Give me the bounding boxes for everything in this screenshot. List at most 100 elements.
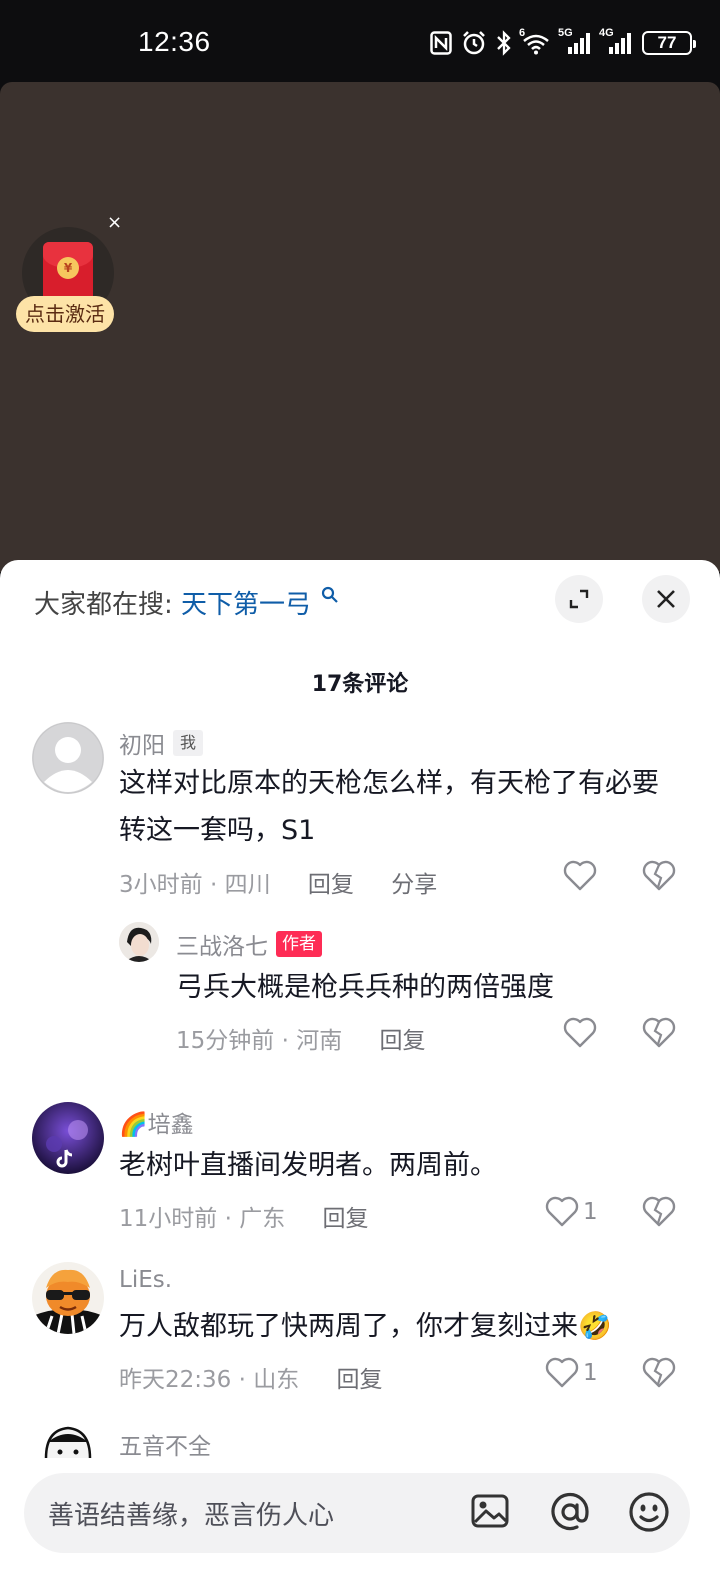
status-icons: 6 5G 4G 77 — [430, 27, 696, 56]
activate-badge[interactable]: 点击激活 — [16, 296, 114, 332]
broken-heart-icon — [642, 1196, 676, 1227]
like-count: 1 — [583, 1199, 598, 1225]
comment-location: 山东 — [253, 1367, 300, 1393]
author-name: 初阳 — [119, 733, 165, 759]
reply-button[interactable]: 回复 — [323, 1206, 369, 1232]
dislike-button[interactable] — [642, 1196, 676, 1232]
heart-icon — [563, 1017, 597, 1048]
comment-location: 广东 — [239, 1206, 286, 1232]
comment-input-bar[interactable]: 善语结善缘，恶言伤人心 — [24, 1473, 690, 1553]
search-term[interactable]: 天下第一弓 — [181, 590, 311, 620]
live-avatar-icon — [32, 1102, 104, 1174]
search-icon — [322, 586, 339, 603]
dislike-button[interactable] — [642, 1357, 676, 1393]
share-button[interactable]: 分享 — [391, 872, 437, 898]
broken-heart-icon — [642, 1017, 676, 1048]
comment-text[interactable]: 这样对比原本的天枪怎么样，有天枪了有必要转这一套吗，S1 — [119, 760, 659, 854]
like-button[interactable] — [563, 1017, 601, 1049]
search-prefix: 大家都在搜: — [34, 590, 173, 620]
status-time: 12:36 — [138, 26, 211, 57]
signal-4g: 4G — [599, 27, 633, 55]
alarm-icon — [463, 31, 485, 55]
comment-text[interactable]: 万人敌都玩了快两周了，你才复刻过来🤣 — [119, 1303, 679, 1350]
like-button[interactable]: 1 — [545, 1357, 598, 1389]
battery-indicator: 77 — [642, 31, 696, 55]
like-button[interactable] — [563, 860, 601, 892]
close-icon — [657, 590, 675, 608]
at-icon — [551, 1492, 589, 1531]
comment-meta: 15分钟前 · 河南 回复 — [176, 1021, 426, 1055]
dislike-button[interactable] — [642, 1017, 676, 1053]
emoji-icon — [629, 1492, 669, 1532]
meta-separator: · — [209, 872, 225, 898]
comment-count: 17条评论 — [311, 672, 409, 697]
like-count: 1 — [583, 1360, 598, 1386]
status-bar: 12:36 6 5G 4G 77 — [0, 0, 720, 82]
comment-time: 昨天22:36 — [119, 1367, 232, 1393]
dislike-button[interactable] — [642, 860, 676, 896]
avatar[interactable] — [32, 722, 104, 794]
like-button[interactable]: 1 — [545, 1196, 598, 1228]
video-background: ¥ 点击激活 × — [0, 82, 720, 572]
broken-heart-icon — [642, 1357, 676, 1388]
comment-sheet: 大家都在搜: 天下第一弓 17条评论 初阳 我 这样对比原本的天枪怎么样，有天枪… — [0, 560, 720, 1584]
comment-meta: 3小时前 · 四川 回复 分享 — [119, 865, 437, 899]
avatar[interactable] — [32, 1262, 104, 1334]
meta-separator: · — [281, 1028, 297, 1054]
author-name: 五音不全 — [119, 1434, 211, 1460]
signal-5g: 5G — [558, 27, 592, 55]
author-name: 🌈培鑫 — [119, 1112, 194, 1138]
red-packet-close-icon[interactable]: × — [107, 214, 122, 232]
me-tag: 我 — [173, 730, 204, 756]
reply-button[interactable]: 回复 — [337, 1367, 383, 1393]
avatar[interactable] — [32, 1102, 104, 1174]
meta-separator: · — [238, 1367, 254, 1393]
reply-button[interactable]: 回复 — [308, 872, 354, 898]
heart-icon — [563, 860, 597, 891]
author-name: 三战洛七 — [176, 934, 268, 960]
close-button[interactable] — [642, 575, 690, 623]
comment-author[interactable]: 初阳 我 — [119, 726, 204, 760]
search-suggestion[interactable]: 大家都在搜: 天下第一弓 — [34, 584, 339, 621]
signal-icon — [568, 33, 590, 54]
reply-button[interactable]: 回复 — [380, 1028, 426, 1054]
author-avatar-icon — [119, 922, 159, 962]
cartoon-avatar-icon — [32, 1262, 104, 1334]
mention-button[interactable] — [549, 1491, 591, 1537]
author-tag: 作者 — [276, 931, 322, 957]
default-avatar-icon — [32, 722, 104, 794]
avatar[interactable] — [32, 1422, 104, 1458]
comment-location: 河南 — [296, 1028, 343, 1054]
comment-text[interactable]: 弓兵大概是枪兵兵种的两倍强度 — [176, 964, 656, 1011]
comment-location: 四川 — [224, 872, 271, 898]
battery-level: 77 — [657, 33, 677, 52]
wifi-icon — [523, 34, 549, 55]
broken-heart-icon — [642, 860, 676, 891]
nfc-icon — [430, 31, 452, 55]
avatar[interactable] — [119, 922, 159, 962]
heart-icon — [545, 1196, 579, 1227]
comment-author[interactable]: 五音不全 — [119, 1427, 211, 1461]
heart-icon — [545, 1357, 579, 1388]
coin-icon: ¥ — [57, 257, 79, 279]
comment-input[interactable]: 善语结善缘，恶言伤人心 — [48, 1495, 334, 1532]
author-name: LiEs. — [119, 1267, 173, 1293]
signal-icon — [609, 33, 631, 54]
wifi-indicator: 6 — [519, 27, 551, 55]
expand-button[interactable] — [555, 575, 603, 623]
comment-author[interactable]: 🌈培鑫 — [119, 1105, 194, 1139]
comment-author[interactable]: LiEs. — [119, 1267, 172, 1293]
comment-meta: 昨天22:36 · 山东 回复 — [119, 1360, 383, 1394]
red-envelope-icon: ¥ — [43, 242, 93, 304]
emoji-button[interactable] — [628, 1491, 670, 1537]
bluetooth-icon — [497, 30, 511, 56]
image-button[interactable] — [470, 1491, 510, 1535]
comment-meta: 11小时前 · 广东 回复 — [119, 1199, 369, 1233]
comment-text[interactable]: 老树叶直播间发明者。两周前。 — [119, 1142, 659, 1189]
comment-time: 3小时前 — [119, 872, 203, 898]
expand-icon — [569, 589, 589, 609]
image-icon — [471, 1494, 509, 1528]
meta-separator: · — [224, 1206, 240, 1232]
sketch-avatar-icon — [32, 1422, 104, 1458]
comment-author[interactable]: 三战洛七 作者 — [176, 927, 322, 961]
